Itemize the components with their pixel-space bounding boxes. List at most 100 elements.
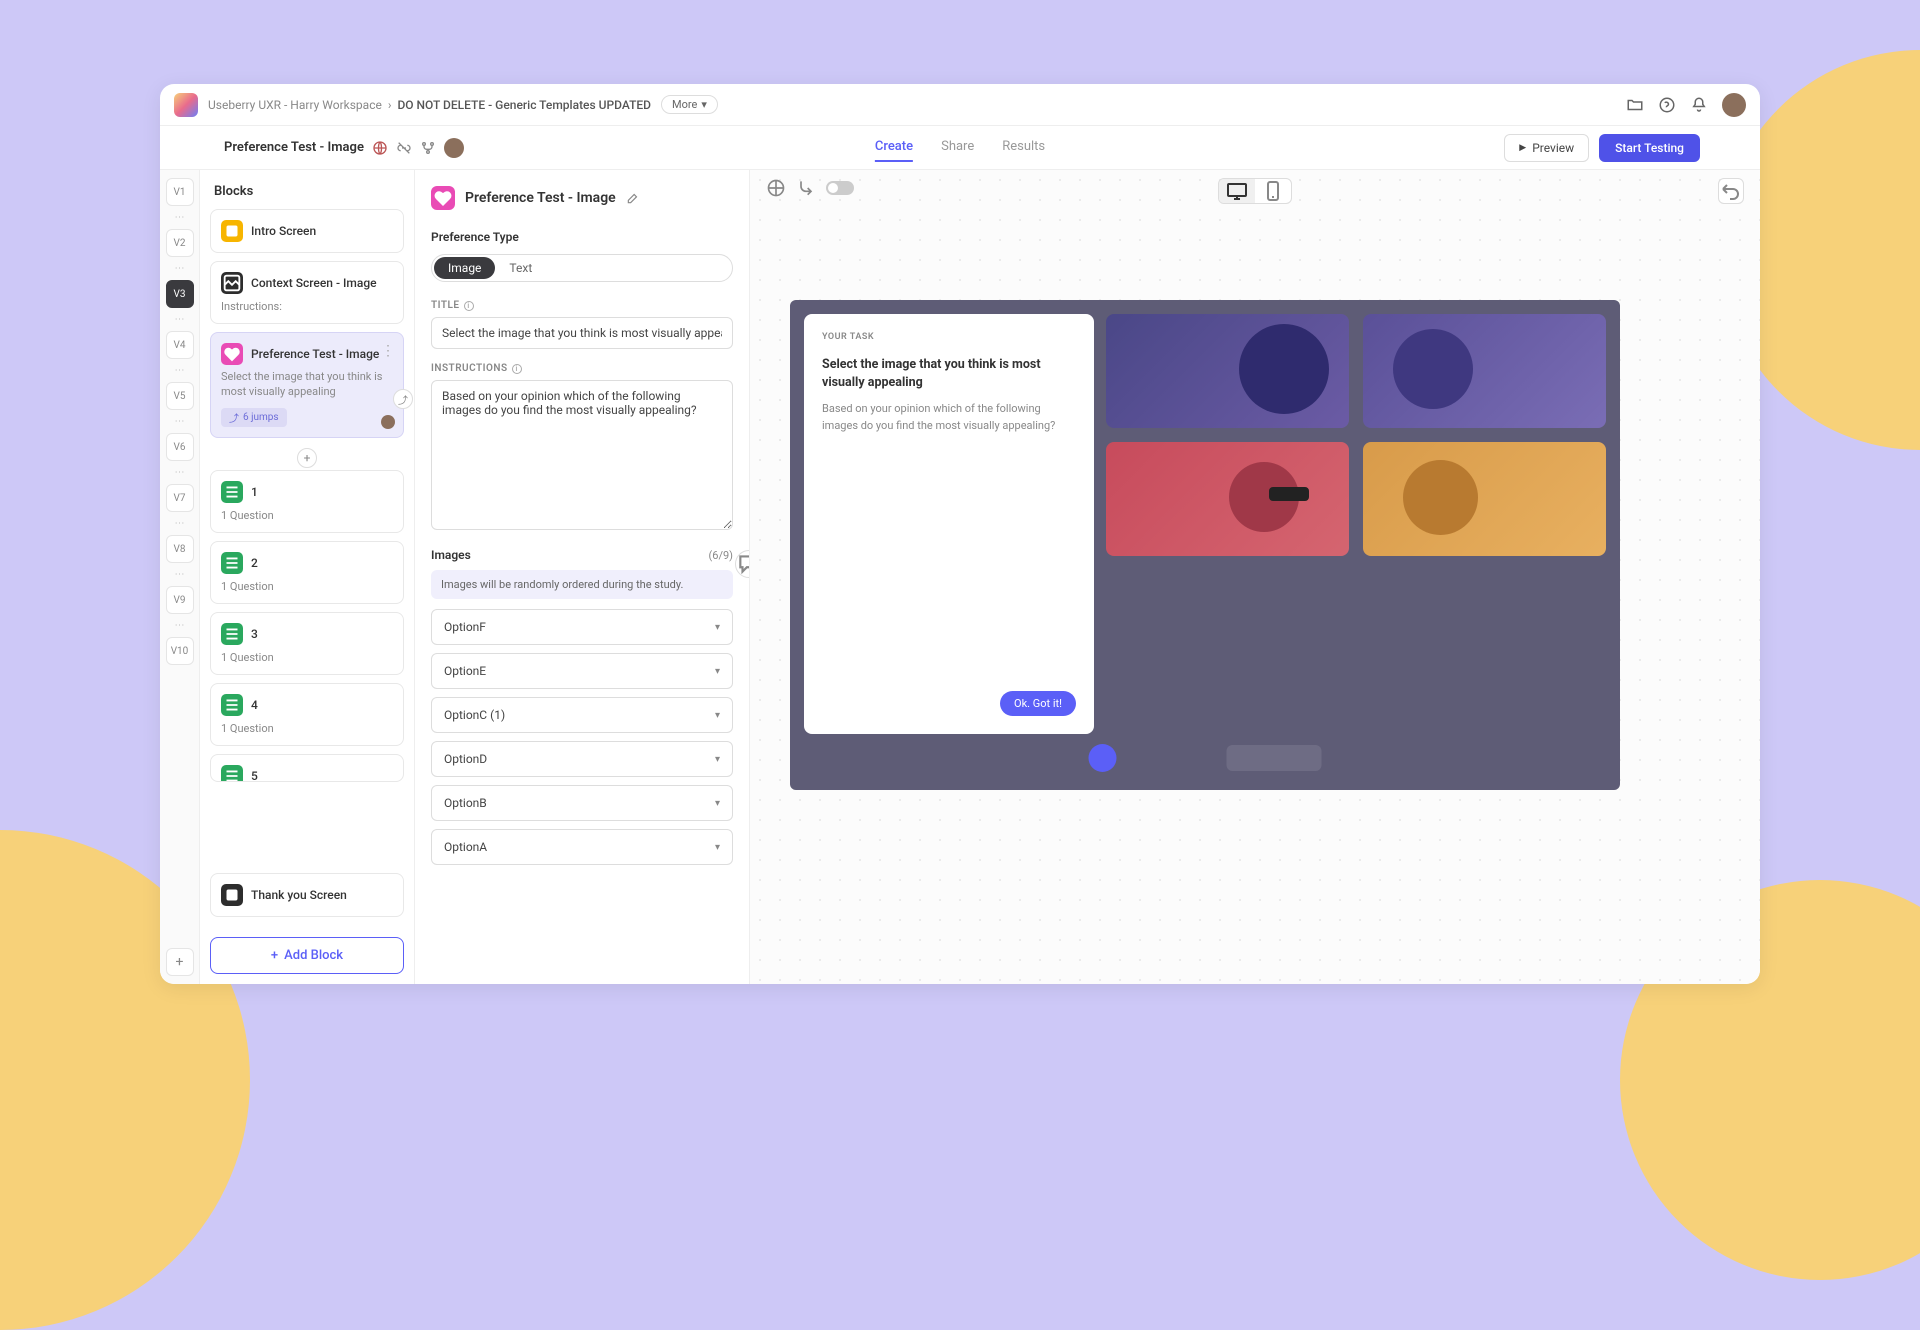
version-v7[interactable]: V7 [166, 484, 194, 512]
version-v9[interactable]: V9 [166, 586, 194, 614]
tab-results[interactable]: Results [1002, 133, 1045, 162]
option-f[interactable]: OptionF▾ [431, 609, 733, 645]
help-icon[interactable] [1658, 96, 1676, 114]
block-more-icon[interactable]: ⋮ [381, 343, 395, 359]
instructions-field-label: INSTRUCTIONS i [431, 363, 733, 374]
version-v3[interactable]: V3 [166, 280, 194, 308]
image-option-4[interactable] [1363, 442, 1606, 556]
mobile-device-button[interactable] [1255, 179, 1291, 203]
image-option-1[interactable] [1106, 314, 1349, 428]
add-between-button[interactable]: + [297, 448, 317, 468]
pref-image-option[interactable]: Image [434, 257, 495, 279]
logo[interactable] [174, 93, 198, 117]
link-off-icon[interactable] [396, 140, 412, 156]
version-v1[interactable]: V1 [166, 178, 194, 206]
intro-icon [221, 220, 243, 242]
preference-type-toggle: Image Text [431, 254, 733, 282]
version-v10[interactable]: V10 [166, 637, 194, 665]
task-modal: YOUR TASK Select the image that you thin… [804, 314, 1094, 734]
chevron-down-icon: ▾ [715, 666, 720, 677]
task-title: Select the image that you think is most … [822, 356, 1076, 391]
images-count: (6/9) [709, 549, 734, 562]
breadcrumb-workspace[interactable]: Useberry UXR - Harry Workspace [208, 98, 382, 112]
block-question-3[interactable]: 3 1 Question [210, 612, 404, 675]
image-option-3[interactable] [1106, 442, 1349, 556]
undo-button[interactable] [1718, 178, 1744, 204]
edit-icon[interactable] [626, 191, 640, 205]
list-icon [221, 623, 243, 645]
block-question-5[interactable]: 5 [210, 754, 404, 782]
topbar: Useberry UXR - Harry Workspace › DO NOT … [160, 84, 1760, 126]
breadcrumb-project[interactable]: DO NOT DELETE - Generic Templates UPDATE… [397, 98, 651, 112]
heart-icon [221, 343, 243, 365]
block-intro[interactable]: Intro Screen [210, 209, 404, 253]
block-branch-indicator[interactable]: ⤴ [393, 389, 413, 409]
folder-icon[interactable] [1626, 96, 1644, 114]
branch-icon[interactable] [420, 140, 436, 156]
editor-title: Preference Test - Image [465, 190, 616, 206]
ok-got-it-button[interactable]: Ok. Got it! [1000, 691, 1076, 716]
preference-type-label: Preference Type [431, 230, 733, 244]
translate-icon[interactable] [766, 178, 786, 198]
add-block-button[interactable]: + Add Block [210, 937, 404, 974]
task-text: Based on your opinion which of the follo… [822, 401, 1076, 434]
option-c[interactable]: OptionC (1)▾ [431, 697, 733, 733]
version-v8[interactable]: V8 [166, 535, 194, 563]
option-e[interactable]: OptionE▾ [431, 653, 733, 689]
chevron-down-icon: ▾ [701, 98, 707, 111]
jumps-badge[interactable]: ⤴ 6 jumps [221, 408, 287, 427]
option-a[interactable]: OptionA▾ [431, 829, 733, 865]
block-thank-you[interactable]: Thank you Screen [210, 873, 404, 917]
play-icon: ▶ [1519, 143, 1526, 153]
block-preference-test[interactable]: ⋮ Preference Test - Image Select the ima… [210, 332, 404, 438]
device-toggle [1218, 178, 1292, 204]
avatar[interactable] [1722, 93, 1746, 117]
version-v4[interactable]: V4 [166, 331, 194, 359]
version-v5[interactable]: V5 [166, 382, 194, 410]
footer-pill[interactable] [1227, 745, 1322, 771]
version-dots: ⋯ [175, 212, 185, 223]
option-b[interactable]: OptionB▾ [431, 785, 733, 821]
chevron-down-icon: ▾ [715, 754, 720, 765]
info-icon[interactable]: i [464, 301, 474, 311]
option-d[interactable]: OptionD▾ [431, 741, 733, 777]
block-question-2[interactable]: 2 1 Question [210, 541, 404, 604]
context-icon [221, 272, 243, 294]
version-v2[interactable]: V2 [166, 229, 194, 257]
comment-button[interactable] [735, 550, 750, 578]
version-rail: V1 ⋯ V2 ⋯ V3 ⋯ V4 ⋯ V5 ⋯ V6 ⋯ V7 ⋯ V8 ⋯ … [160, 170, 200, 984]
chevron-down-icon: ▾ [715, 622, 720, 633]
canvas[interactable]: YOUR TASK Select the image that you thin… [750, 170, 1760, 984]
pref-text-option[interactable]: Text [495, 257, 546, 279]
preview-button[interactable]: ▶ Preview [1504, 134, 1589, 162]
list-icon [221, 552, 243, 574]
instructions-textarea[interactable] [431, 380, 733, 530]
globe-icon[interactable] [372, 140, 388, 156]
version-v6[interactable]: V6 [166, 433, 194, 461]
editor-panel: Preference Test - Image Preference Type … [415, 170, 750, 984]
tab-share[interactable]: Share [941, 133, 974, 162]
notification-icon[interactable] [1690, 96, 1708, 114]
block-avatar [381, 415, 395, 429]
breadcrumb-sep: › [388, 98, 392, 112]
plus-icon: + [271, 948, 278, 963]
toggle-switch[interactable] [826, 181, 854, 195]
add-version-button[interactable]: + [166, 948, 194, 976]
more-button[interactable]: More ▾ [661, 95, 718, 114]
block-question-4[interactable]: 4 1 Question [210, 683, 404, 746]
block-question-1[interactable]: 1 1 Question [210, 470, 404, 533]
tab-create[interactable]: Create [875, 133, 913, 162]
collaborator-avatar[interactable] [444, 138, 464, 158]
branch-icon[interactable] [796, 178, 816, 198]
start-testing-button[interactable]: Start Testing [1599, 134, 1700, 162]
blocks-panel: Blocks Intro Screen Context Screen - Ima… [200, 170, 415, 984]
preview-frame: YOUR TASK Select the image that you thin… [790, 300, 1620, 790]
block-context[interactable]: Context Screen - Image Instructions: [210, 261, 404, 324]
chevron-down-icon: ▾ [715, 842, 720, 853]
image-option-2[interactable] [1363, 314, 1606, 428]
title-input[interactable] [431, 317, 733, 349]
images-note: Images will be randomly ordered during t… [431, 570, 733, 599]
desktop-device-button[interactable] [1219, 179, 1255, 203]
info-icon[interactable]: i [512, 364, 522, 374]
footer-dot[interactable] [1089, 744, 1117, 772]
